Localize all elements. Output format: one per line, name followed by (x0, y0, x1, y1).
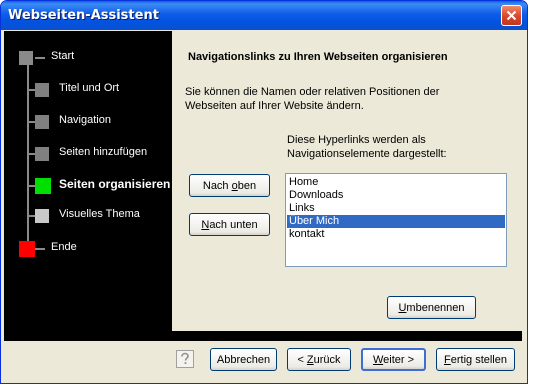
step-label: Start (51, 50, 75, 62)
step-marker-icon (19, 51, 33, 65)
button-bar: Abbrechen < Zurück Weiter > Fertig stell… (4, 341, 522, 379)
question-mark-icon (181, 352, 189, 364)
step-marker-icon (35, 178, 51, 194)
cancel-button[interactable]: Abbrechen (210, 348, 277, 371)
wizard-step: Ende (4, 239, 172, 259)
wizard-step: Seiten hinzufügen (4, 144, 172, 164)
list-caption: Diese Hyperlinks werden als Navigationse… (287, 134, 447, 160)
wizard-content: Navigationslinks zu Ihren Webseiten orga… (172, 31, 522, 331)
step-marker-icon (35, 209, 49, 223)
finish-label: Fertig stellen (444, 353, 507, 366)
window-title: Webseiten-Assistent (8, 8, 159, 23)
step-connector (29, 215, 35, 217)
page-heading: Navigationslinks zu Ihren Webseiten orga… (188, 51, 448, 63)
step-marker-icon (35, 147, 49, 161)
step-label: Seiten organisieren (59, 177, 171, 191)
cancel-label: Abbrechen (216, 353, 271, 366)
step-label: Visuelles Thema (59, 208, 140, 220)
list-item[interactable]: Links (287, 202, 505, 215)
wizard-window: Webseiten-Assistent Start Titel und Ort Na… (0, 0, 528, 384)
wizard-steps-panel: Start Titel und Ort Navigation Seiten hinzu… (4, 31, 172, 331)
list-item[interactable]: Home (287, 176, 505, 189)
close-icon (506, 10, 517, 21)
rename-button[interactable]: Umbenennen (387, 296, 476, 319)
back-label: < Zurück (297, 353, 341, 366)
close-button[interactable] (501, 5, 522, 26)
rename-label: Umbenennen (398, 301, 465, 314)
finish-button[interactable]: Fertig stellen (436, 348, 515, 371)
listbox-items: Home Downloads Links Über Mich kontakt (287, 176, 505, 241)
move-up-button[interactable]: Nach oben (189, 174, 270, 197)
next-button[interactable]: Weiter > (361, 348, 426, 371)
content-bottom-band (4, 331, 522, 341)
hyperlink-listbox[interactable]: Home Downloads Links Über Mich kontakt (285, 173, 507, 267)
step-marker-icon (35, 115, 49, 129)
back-button[interactable]: < Zurück (287, 348, 351, 371)
step-label: Titel und Ort (59, 82, 120, 94)
help-question-icon[interactable] (176, 350, 194, 368)
list-item[interactable]: Downloads (287, 189, 505, 202)
step-label: Seiten hinzufügen (59, 146, 148, 158)
move-down-button[interactable]: Nach unten (189, 213, 270, 236)
move-down-label: Nach unten (201, 218, 258, 231)
step-connector (29, 121, 35, 123)
wizard-step: Titel und Ort (4, 80, 172, 100)
next-label: Weiter > (372, 353, 415, 366)
wizard-step: Navigation (4, 112, 172, 132)
step-connector (29, 153, 35, 155)
title-bar[interactable]: Webseiten-Assistent (1, 1, 527, 30)
step-connector (35, 248, 45, 250)
wizard-step: Seiten organisieren (4, 176, 172, 196)
wizard-step: Start (4, 48, 172, 68)
step-connector (35, 57, 45, 59)
list-item[interactable]: Über Mich (287, 215, 505, 228)
step-connector (29, 185, 35, 187)
wizard-step: Visuelles Thema (4, 206, 172, 226)
step-label: Ende (51, 241, 77, 253)
step-marker-icon (35, 83, 49, 97)
step-connector (29, 89, 35, 91)
move-up-label: Nach oben (202, 179, 257, 192)
step-label: Navigation (59, 114, 111, 126)
list-item[interactable]: kontakt (287, 228, 505, 241)
page-description: Sie können die Namen oder relativen Posi… (185, 86, 440, 112)
step-marker-icon (19, 241, 35, 257)
